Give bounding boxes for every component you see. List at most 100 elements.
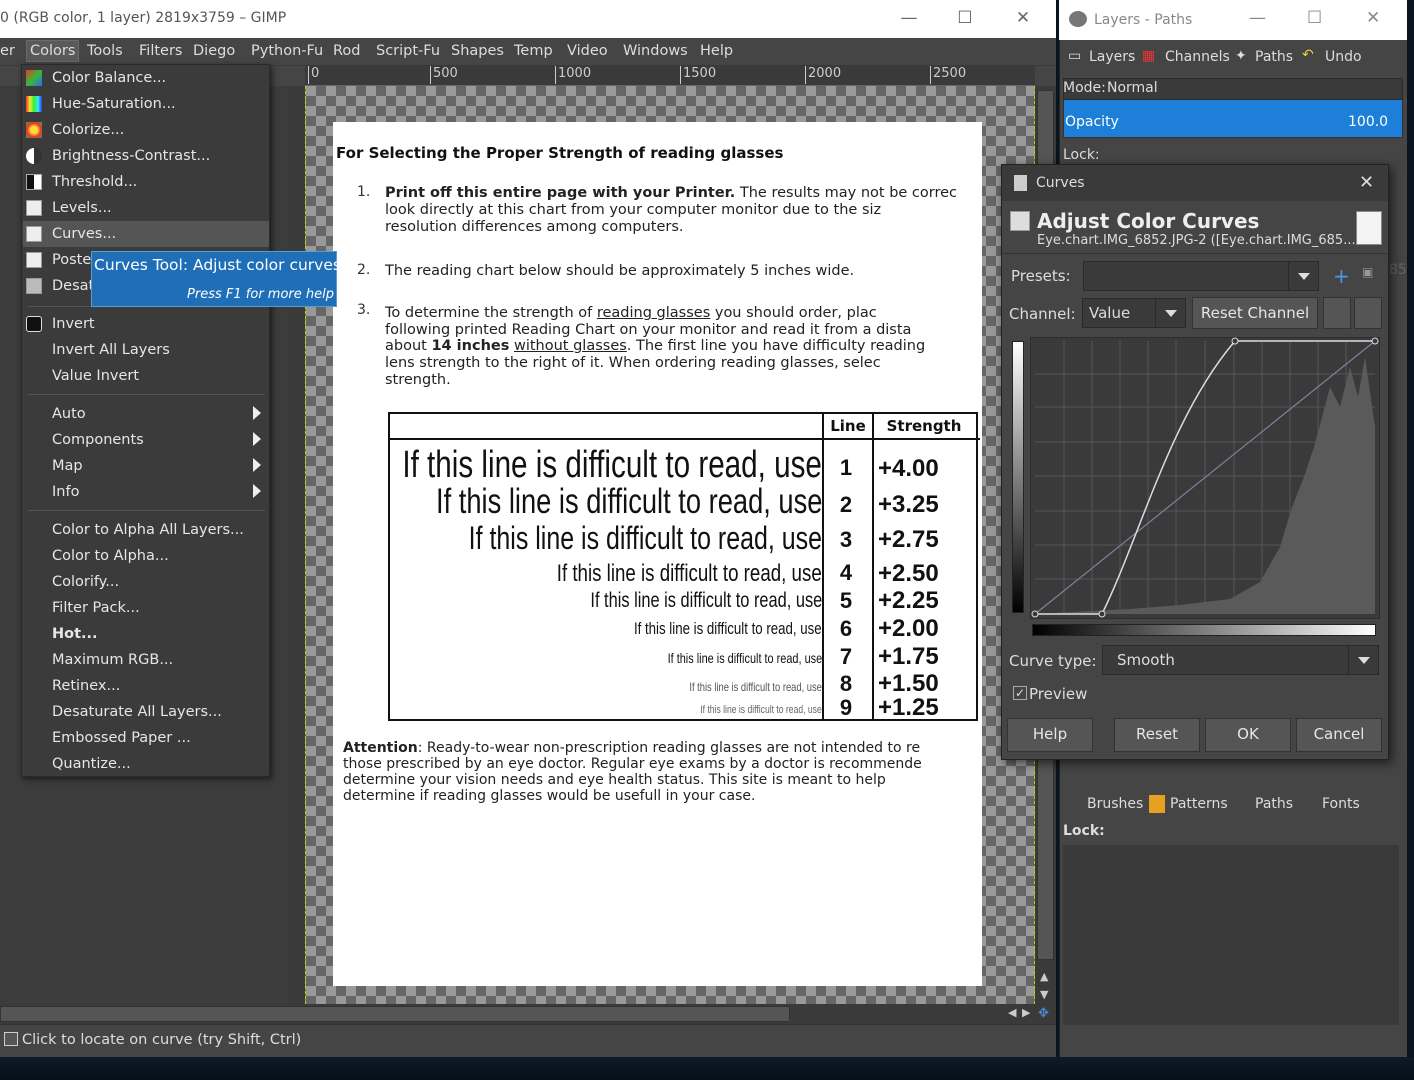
menu-rod[interactable]: Rod: [333, 43, 361, 59]
reset-channel-button[interactable]: Reset Channel: [1192, 297, 1318, 329]
window-title: 0 (RGB color, 1 layer) 2819x3759 – GIMP: [0, 10, 287, 26]
link-text: reading glasses: [596, 305, 711, 321]
minimize-button[interactable]: —: [896, 8, 922, 30]
scroll-down-icon[interactable]: ▼: [1040, 988, 1048, 1001]
submenu-map[interactable]: Map: [52, 458, 83, 474]
curve-type-combo[interactable]: Smooth: [1102, 645, 1379, 675]
menu-shapes[interactable]: Shapes: [451, 43, 504, 59]
log-histogram-button[interactable]: [1354, 297, 1382, 329]
ruler-label: 1500: [680, 66, 716, 84]
row-strength: +1.75: [878, 643, 939, 670]
menu-tools[interactable]: Tools: [87, 43, 123, 59]
menu-item-curves[interactable]: Curves...: [52, 226, 116, 242]
scroll-left-icon[interactable]: ◀: [1008, 1006, 1016, 1019]
curve-graph[interactable]: [1030, 337, 1380, 619]
close-icon[interactable]: ✕: [1359, 172, 1374, 193]
linear-histogram-button[interactable]: [1323, 297, 1351, 329]
preset-menu-icon[interactable]: ▣: [1362, 265, 1373, 279]
menu-item-value-invert[interactable]: Value Invert: [52, 368, 139, 384]
menu-item-quantize[interactable]: Quantize...: [52, 756, 131, 772]
vertical-ruler[interactable]: [288, 86, 305, 1004]
curve-point[interactable]: [1231, 337, 1239, 345]
minimize-button[interactable]: —: [1249, 8, 1266, 28]
navigate-icon[interactable]: ✥: [1038, 1006, 1049, 1021]
tab-paths-bottom[interactable]: Paths: [1255, 796, 1293, 812]
horizontal-ruler[interactable]: 0 500 1000 1500 2000 2500: [305, 66, 1035, 86]
tab-channels[interactable]: Channels: [1165, 49, 1230, 65]
edge-number: 85: [1389, 262, 1407, 278]
document-heading: For Selecting the Proper Strength of rea…: [336, 144, 784, 162]
maximize-button[interactable]: ☐: [952, 8, 978, 30]
text: about: [385, 338, 432, 354]
curve-type-value: Smooth: [1117, 651, 1175, 669]
tab-layers[interactable]: Layers: [1089, 49, 1135, 65]
menu-item-invert-all-layers[interactable]: Invert All Layers: [52, 342, 170, 358]
cancel-button[interactable]: Cancel: [1296, 718, 1382, 752]
menu-item-threshold[interactable]: Threshold...: [52, 174, 137, 190]
close-button[interactable]: ✕: [1010, 8, 1036, 30]
ruler-label: 1000: [555, 66, 591, 84]
menu-temp[interactable]: Temp: [514, 43, 553, 59]
menu-item-color-balance[interactable]: Color Balance...: [52, 70, 166, 86]
opacity-value[interactable]: 100.0: [1348, 114, 1388, 130]
tab-brushes[interactable]: Brushes: [1087, 796, 1143, 812]
scroll-right-icon[interactable]: ▶: [1022, 1006, 1030, 1019]
menu-video[interactable]: Video: [567, 43, 608, 59]
menu-item-colorify[interactable]: Colorify...: [52, 574, 119, 590]
menu-item-hue-saturation[interactable]: Hue-Saturation...: [52, 96, 176, 112]
tab-paths[interactable]: Paths: [1255, 49, 1293, 65]
row-text: If this line is difficult to read, use: [468, 520, 822, 556]
ok-button[interactable]: OK: [1205, 718, 1291, 752]
menu-filters[interactable]: Filters: [139, 43, 182, 59]
menu-item-retinex[interactable]: Retinex...: [52, 678, 120, 694]
submenu-components[interactable]: Components: [52, 432, 144, 448]
chart-row: If this line is difficult to read, use 6 +…: [390, 615, 980, 642]
curve-point[interactable]: [1371, 337, 1379, 345]
scroll-up-icon[interactable]: ▲: [1040, 970, 1048, 983]
paragraph-line: strength.: [385, 372, 451, 388]
menu-item-hot[interactable]: Hot...: [52, 626, 98, 642]
attention-label: Attention: [343, 740, 418, 756]
help-button[interactable]: Help: [1007, 718, 1093, 752]
presets-combo[interactable]: [1083, 261, 1319, 291]
menu-item-colorize[interactable]: Colorize...: [52, 122, 124, 138]
reset-button[interactable]: Reset: [1114, 718, 1200, 752]
scrollbar-thumb[interactable]: [0, 1006, 790, 1022]
menu-diego[interactable]: Diego: [193, 43, 235, 59]
menu-python-fu[interactable]: Python-Fu: [251, 43, 323, 59]
curve-point[interactable]: [1031, 610, 1039, 618]
tab-patterns[interactable]: Patterns: [1170, 796, 1228, 812]
menu-item-desaturate[interactable]: Desat: [52, 278, 94, 294]
menu-item-color-to-alpha-all[interactable]: Color to Alpha All Layers...: [52, 522, 244, 538]
invert-icon: [26, 316, 42, 332]
lock-label-2: Lock:: [1063, 823, 1105, 839]
menu-layer[interactable]: er: [0, 43, 15, 59]
curve-point[interactable]: [1098, 610, 1106, 618]
menu-item-brightness-contrast[interactable]: Brightness-Contrast...: [52, 148, 210, 164]
menu-item-maximum-rgb[interactable]: Maximum RGB...: [52, 652, 173, 668]
menu-item-levels[interactable]: Levels...: [52, 200, 112, 216]
submenu-auto[interactable]: Auto: [52, 406, 86, 422]
menu-item-filter-pack[interactable]: Filter Pack...: [52, 600, 140, 616]
menu-item-invert[interactable]: Invert: [52, 316, 95, 332]
add-preset-icon[interactable]: +: [1333, 264, 1350, 288]
menu-colors[interactable]: Colors: [26, 40, 80, 62]
close-button[interactable]: ✕: [1366, 8, 1380, 28]
horizontal-scrollbar[interactable]: ◀ ▶: [0, 1004, 1035, 1024]
menu-windows[interactable]: Windows: [623, 43, 688, 59]
menu-item-embossed-paper[interactable]: Embossed Paper ...: [52, 730, 191, 746]
tab-undo[interactable]: Undo: [1325, 49, 1362, 65]
maximize-button[interactable]: ☐: [1307, 8, 1322, 28]
menu-script-fu[interactable]: Script-Fu: [376, 43, 440, 59]
tab-fonts[interactable]: Fonts: [1322, 796, 1360, 812]
menu-help[interactable]: Help: [700, 43, 733, 59]
posterize-icon: [26, 252, 42, 268]
mode-value[interactable]: Normal: [1107, 80, 1158, 96]
ruler-label: 500: [430, 66, 458, 84]
menu-item-color-to-alpha[interactable]: Color to Alpha...: [52, 548, 169, 564]
channel-combo[interactable]: Value: [1082, 298, 1186, 328]
submenu-info[interactable]: Info: [52, 484, 79, 500]
preview-checkbox[interactable]: ✓: [1013, 686, 1027, 700]
header-strength: Strength: [886, 417, 962, 435]
menu-item-desaturate-all-layers[interactable]: Desaturate All Layers...: [52, 704, 222, 720]
